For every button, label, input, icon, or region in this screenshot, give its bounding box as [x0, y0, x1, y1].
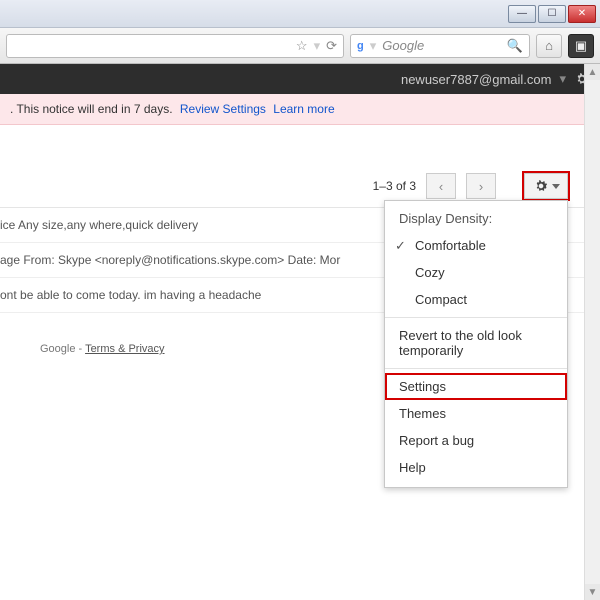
home-icon: ⌂	[545, 38, 553, 53]
window-maximize-button[interactable]: ☐	[538, 5, 566, 23]
message-count: 1–3 of 3	[373, 179, 416, 193]
terms-link[interactable]: Terms & Privacy	[85, 343, 164, 355]
menu-separator	[385, 368, 567, 369]
search-icon[interactable]: 🔍	[507, 38, 523, 54]
gear-icon	[533, 178, 549, 194]
window-minimize-button[interactable]: —	[508, 5, 536, 23]
window-titlebar: — ☐ ✕	[0, 0, 600, 28]
bookmark-star-icon[interactable]: ☆	[296, 38, 308, 54]
footer-google: Google	[40, 343, 75, 355]
extension-button[interactable]: ▣	[568, 34, 594, 58]
chevron-right-icon: ›	[479, 179, 483, 194]
search-placeholder: Google	[382, 38, 424, 53]
home-button[interactable]: ⌂	[536, 34, 562, 58]
window-close-button[interactable]: ✕	[568, 5, 596, 23]
extension-icon: ▣	[575, 38, 587, 54]
menu-item-settings[interactable]: Settings	[385, 373, 567, 400]
url-box[interactable]: ☆ ▾ ⟳	[6, 34, 344, 58]
menu-item-help[interactable]: Help	[385, 454, 567, 481]
newer-button[interactable]: ‹	[426, 173, 456, 199]
learn-more-link[interactable]: Learn more	[273, 102, 334, 116]
notice-text: . This notice will end in 7 days.	[10, 102, 173, 116]
dropdown-caret-icon	[552, 184, 560, 189]
scroll-down-icon[interactable]: ▼	[585, 584, 600, 600]
chevron-left-icon: ‹	[439, 179, 443, 194]
menu-item-themes[interactable]: Themes	[385, 400, 567, 427]
google-header: newuser7887@gmail.com ▾	[0, 64, 600, 94]
scroll-up-icon[interactable]: ▲	[585, 64, 600, 80]
review-settings-link[interactable]: Review Settings	[180, 102, 266, 116]
user-email[interactable]: newuser7887@gmail.com	[401, 72, 552, 87]
menu-item-compact[interactable]: Compact	[385, 286, 567, 313]
menu-item-comfortable[interactable]: Comfortable	[385, 232, 567, 259]
settings-menu: Display Density: Comfortable Cozy Compac…	[384, 200, 568, 488]
menu-item-revert[interactable]: Revert to the old look temporarily	[385, 322, 567, 364]
reload-icon[interactable]: ⟳	[326, 38, 337, 54]
google-engine-icon: g	[357, 40, 364, 52]
menu-separator	[385, 317, 567, 318]
notice-bar: . This notice will end in 7 days. Review…	[0, 94, 600, 125]
menu-header: Display Density:	[385, 205, 567, 232]
vertical-scrollbar[interactable]: ▲ ▼	[584, 64, 600, 600]
menu-item-cozy[interactable]: Cozy	[385, 259, 567, 286]
settings-gear-button[interactable]	[524, 173, 568, 199]
search-box[interactable]: g ▾ Google 🔍	[350, 34, 530, 58]
older-button[interactable]: ›	[466, 173, 496, 199]
menu-item-report[interactable]: Report a bug	[385, 427, 567, 454]
browser-toolbar: ☆ ▾ ⟳ g ▾ Google 🔍 ⌂ ▣	[0, 28, 600, 64]
